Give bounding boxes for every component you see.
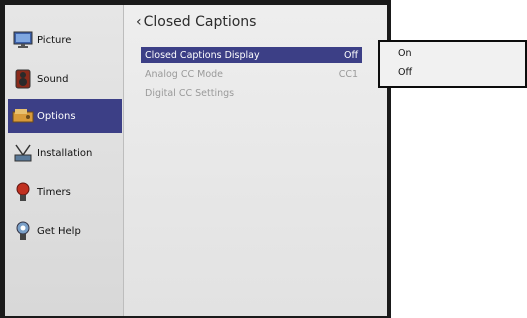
options-icon bbox=[12, 105, 34, 127]
menu-row-closed-captions-display[interactable]: Closed Captions Display Off bbox=[141, 47, 362, 63]
menu-row-analog-cc-mode[interactable]: Analog CC Mode CC1 bbox=[141, 66, 362, 82]
sidebar-item-label: Sound bbox=[37, 73, 69, 85]
sidebar-item-installation[interactable]: Installation bbox=[8, 136, 122, 170]
menu-row-digital-cc-settings[interactable]: Digital CC Settings bbox=[141, 85, 362, 101]
tv-screen: Picture Sound Options Installation Timer… bbox=[0, 0, 391, 318]
popup-option-on[interactable]: On bbox=[398, 48, 412, 59]
sidebar-item-label: Picture bbox=[37, 34, 72, 46]
options-popup: On Off bbox=[378, 40, 527, 88]
sidebar-item-options[interactable]: Options bbox=[8, 99, 122, 133]
row-label: Analog CC Mode bbox=[145, 68, 224, 80]
sidebar-item-label: Timers bbox=[37, 186, 71, 198]
sidebar-item-sound[interactable]: Sound bbox=[8, 62, 122, 96]
sidebar-item-picture[interactable]: Picture bbox=[8, 23, 122, 57]
chevron-left-icon: ‹ bbox=[136, 14, 142, 30]
row-label: Digital CC Settings bbox=[145, 87, 235, 99]
sidebar-item-label: Installation bbox=[37, 147, 93, 159]
main-panel: ‹ Closed Captions Closed Captions Display… bbox=[124, 5, 387, 316]
sidebar-item-get-help[interactable]: Get Help bbox=[8, 214, 122, 248]
sidebar-item-label: Get Help bbox=[37, 225, 81, 237]
page-title[interactable]: ‹ Closed Captions bbox=[136, 14, 256, 30]
sidebar: Picture Sound Options Installation Timer… bbox=[5, 5, 124, 316]
popup-option-off[interactable]: Off bbox=[398, 67, 412, 78]
monitor-icon bbox=[12, 29, 34, 51]
row-value: CC1 bbox=[338, 68, 358, 80]
help-icon bbox=[12, 220, 34, 242]
sidebar-item-label: Options bbox=[37, 110, 76, 122]
sidebar-item-timers[interactable]: Timers bbox=[8, 175, 122, 209]
antenna-icon bbox=[12, 142, 34, 164]
timer-icon bbox=[12, 181, 34, 203]
speaker-icon bbox=[12, 68, 34, 90]
row-label: Closed Captions Display bbox=[145, 49, 260, 61]
row-value: Off bbox=[343, 49, 358, 61]
